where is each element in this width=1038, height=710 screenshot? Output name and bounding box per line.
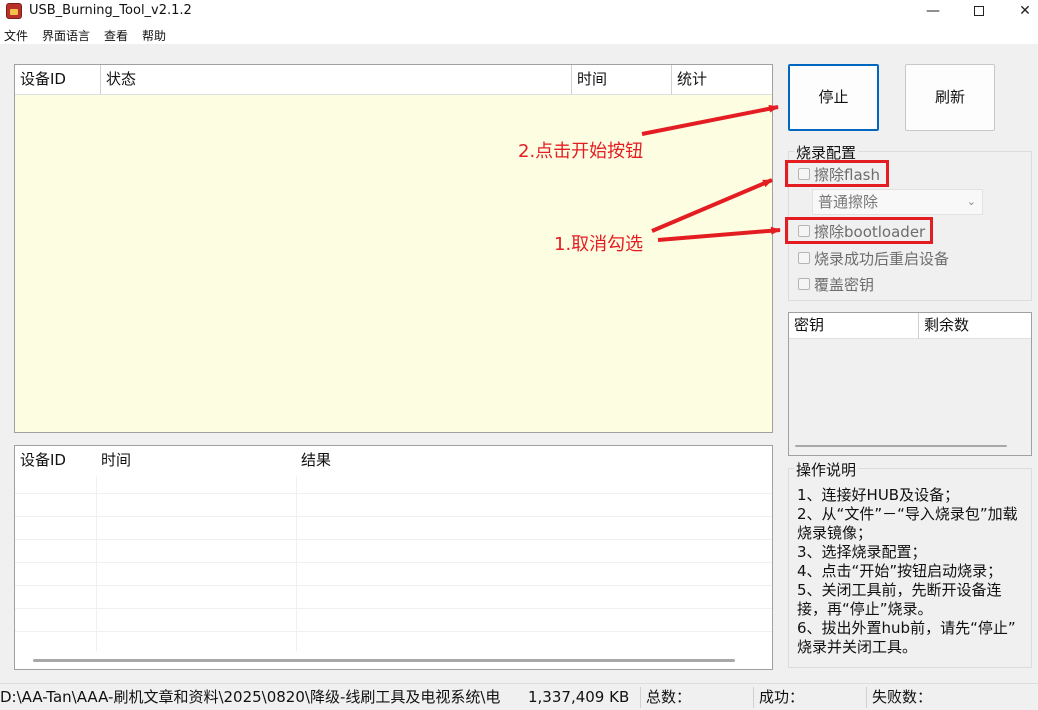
- status-failed: 失败数：: [872, 688, 933, 706]
- arrow-to-erase-bootloader: [657, 226, 781, 242]
- arrow-to-stop-button: [641, 104, 779, 136]
- status-total: 总数：: [646, 688, 692, 706]
- arrow-to-erase-flash: [651, 178, 773, 233]
- status-bar: D:\AA-Tan\AAA-刷机文章和资料\2025\0820\降级-线刷工具及…: [0, 683, 1038, 710]
- status-separator: [753, 687, 754, 708]
- status-separator: [640, 687, 641, 708]
- annotation-arrows: [641, 104, 781, 242]
- status-path: D:\AA-Tan\AAA-刷机文章和资料\2025\0820\降级-线刷工具及…: [0, 688, 501, 706]
- status-size: 1,337,409 KB: [528, 688, 630, 706]
- status-success: 成功：: [759, 688, 805, 706]
- status-separator: [866, 687, 867, 708]
- annotation-step2: 2.点击开始按钮: [518, 141, 644, 162]
- annotation-step1: 1.取消勾选: [554, 234, 644, 255]
